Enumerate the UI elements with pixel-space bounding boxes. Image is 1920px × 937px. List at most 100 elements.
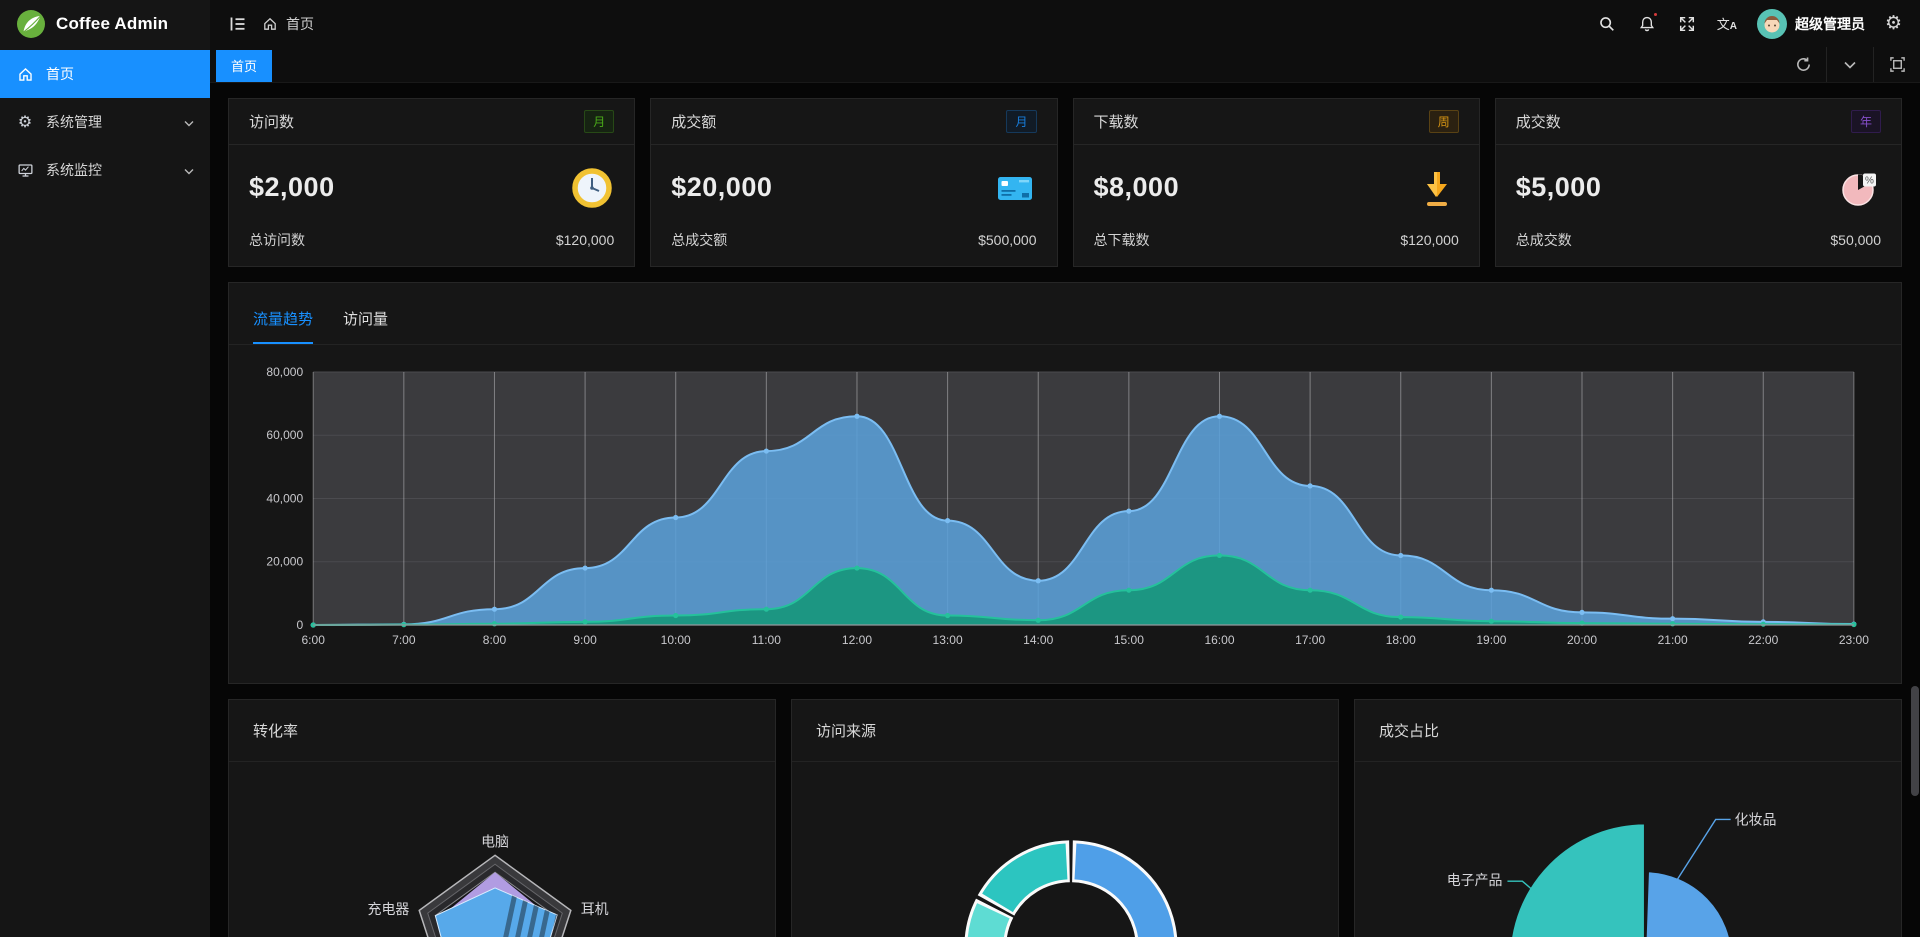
download-icon [1415,166,1459,210]
sidebar: Coffee Admin 首页 ⚙ 系统管理 [0,0,210,937]
settings-gear-icon[interactable]: ⚙ [1885,14,1902,33]
sidebar-item-label: 系统监控 [46,160,102,180]
sidebar-item-home[interactable]: 首页 [0,50,210,98]
gear-icon: ⚙ [16,113,34,131]
stat-footer-value: $120,000 [556,232,614,248]
stat-footer-value: $120,000 [1400,232,1458,248]
stat-card-title: 成交额 [671,111,716,132]
svg-text:15:00: 15:00 [1114,633,1144,647]
svg-text:6:00: 6:00 [302,633,326,647]
svg-text:9:00: 9:00 [573,633,597,647]
bottom-cards-row: 转化率 电脑耳机充电器 访问来源 成交占比 电子产品化妆品 [228,699,1902,937]
sidebar-collapse-icon[interactable] [228,14,248,34]
spring-leaf-logo-icon [16,9,46,39]
sidebar-item-system-management[interactable]: ⚙ 系统管理 [0,98,210,146]
conversion-rate-card: 转化率 电脑耳机充电器 [228,699,776,937]
stat-value: $8,000 [1094,172,1180,203]
chevron-down-icon [184,114,194,130]
svg-text:14:00: 14:00 [1023,633,1053,647]
chevron-down-icon [184,162,194,178]
sidebar-item-system-monitor[interactable]: 系统监控 [0,146,210,194]
user-menu[interactable]: 超级管理员 [1757,9,1865,39]
svg-text:19:00: 19:00 [1476,633,1506,647]
sidebar-menu: 首页 ⚙ 系统管理 系统监控 [0,47,210,194]
svg-text:7:00: 7:00 [392,633,416,647]
stat-footer-label: 总下载数 [1094,230,1150,250]
maximize-icon[interactable] [1874,47,1920,82]
svg-text:12:00: 12:00 [842,633,872,647]
svg-text:17:00: 17:00 [1295,633,1325,647]
period-badge: 周 [1429,110,1459,133]
stat-value: $2,000 [249,172,335,203]
monitor-icon [16,161,34,179]
home-icon [262,16,278,32]
trend-tabs: 流量趋势 访问量 [229,283,1901,345]
navbar-actions: 文A 超级管理员 ⚙ [1597,9,1902,39]
language-translate-icon[interactable]: 文A [1717,14,1737,33]
stat-card-title: 下载数 [1094,111,1139,132]
stat-card-visits: 访问数 月 $2,000 总访问数 $120,000 [228,98,635,267]
pie-percentage-icon: % [1837,166,1881,210]
svg-text:化妆品: 化妆品 [1735,811,1777,827]
fullscreen-icon[interactable] [1677,14,1697,34]
avatar [1757,9,1787,39]
svg-text:23:00: 23:00 [1839,633,1869,647]
tab-bar: 首页 [210,47,1920,83]
app-logo[interactable]: Coffee Admin [0,0,210,47]
traffic-area-chart: 020,00040,00060,00080,0006:007:008:009:0… [229,347,1901,667]
notification-badge-dot [1652,11,1659,18]
svg-text:8:00: 8:00 [483,633,507,647]
sidebar-item-label: 系统管理 [46,112,102,132]
chevron-down-icon[interactable] [1827,47,1873,82]
svg-text:80,000: 80,000 [266,365,303,379]
svg-text:21:00: 21:00 [1658,633,1688,647]
stat-footer-value: $50,000 [1830,232,1881,248]
notification-bell-icon[interactable] [1637,14,1657,34]
stat-card-turnover: 成交额 月 $20,000 总成交额 $500, [650,98,1057,267]
svg-text:60,000: 60,000 [266,428,303,442]
home-icon [16,65,34,83]
app-title: Coffee Admin [56,14,168,34]
stat-value: $5,000 [1516,172,1602,203]
stat-cards-row: 访问数 月 $2,000 总访问数 $120,000 [228,98,1902,267]
svg-text:0: 0 [296,618,303,632]
visit-source-card: 访问来源 [791,699,1339,937]
scrollbar-thumb[interactable] [1911,686,1919,796]
main-area: 首页 文A [210,0,1920,937]
stat-footer-label: 总访问数 [249,230,305,250]
stat-card-title: 成交数 [1516,111,1561,132]
search-icon[interactable] [1597,14,1617,34]
period-badge: 年 [1851,110,1881,133]
refresh-icon[interactable] [1780,47,1826,82]
svg-text:耳机: 耳机 [581,901,609,917]
tab-home[interactable]: 首页 [216,50,272,82]
traffic-trend-card: 流量趋势 访问量 020,00040,00060,00080,0006:007:… [228,282,1902,684]
period-badge: 月 [1006,110,1036,133]
username-label: 超级管理员 [1795,14,1865,34]
tab-tools [1780,47,1920,82]
stat-footer-label: 总成交数 [1516,230,1572,250]
card-title: 访问来源 [816,720,876,741]
svg-text:电脑: 电脑 [481,833,509,849]
tab-visit-volume[interactable]: 访问量 [343,308,388,344]
clock-icon [570,166,614,210]
stat-footer-label: 总成交额 [671,230,727,250]
breadcrumb-label: 首页 [286,14,314,34]
tab-traffic-trend[interactable]: 流量趋势 [253,308,313,344]
top-navbar: 首页 文A [210,0,1920,47]
credit-card-icon [993,166,1037,210]
breadcrumb[interactable]: 首页 [262,14,314,34]
card-title: 成交占比 [1379,720,1439,741]
stat-value: $20,000 [671,172,772,203]
svg-text:充电器: 充电器 [368,901,410,917]
svg-text:18:00: 18:00 [1386,633,1416,647]
conversion-radar-chart: 电脑耳机 充电器 [229,762,775,937]
svg-text:10:00: 10:00 [661,633,691,647]
page-scrollbar[interactable] [1910,83,1920,937]
svg-text:电子产品: 电子产品 [1447,872,1503,888]
stat-footer-value: $500,000 [978,232,1036,248]
svg-text:11:00: 11:00 [752,633,781,647]
svg-text:16:00: 16:00 [1204,633,1234,647]
deal-share-pie-chart: 电子产品 化妆品 [1355,762,1901,937]
deal-share-card: 成交占比 电子产品 化妆品 [1354,699,1902,937]
